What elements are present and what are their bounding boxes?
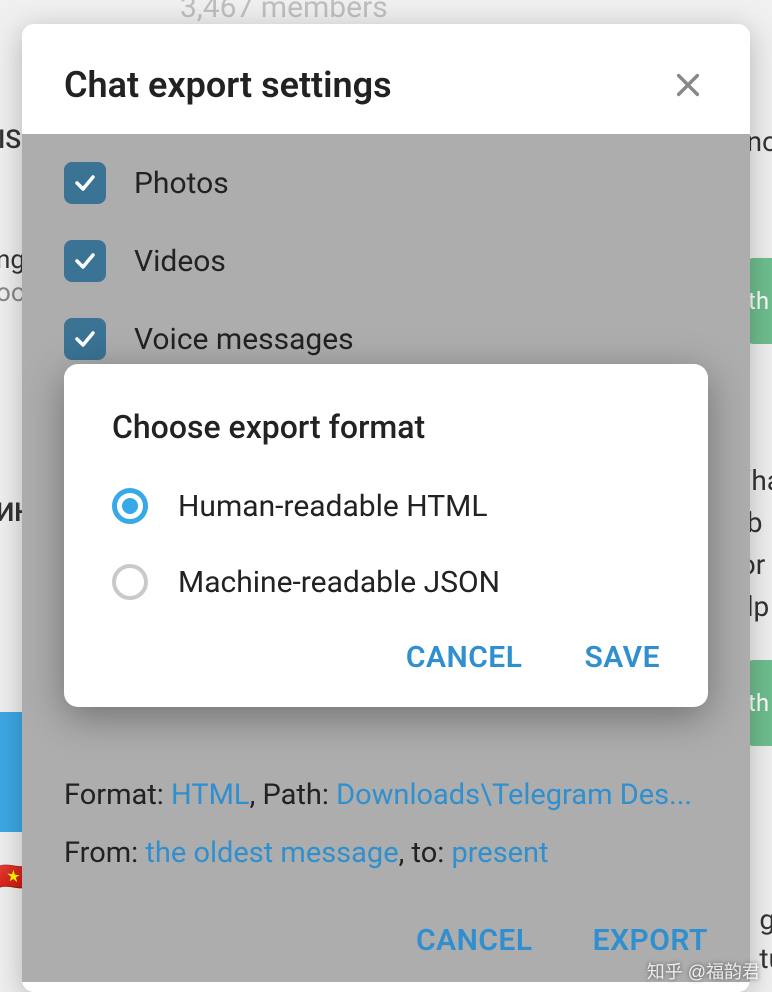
checkbox-photos[interactable]	[64, 162, 106, 204]
path-label: , Path:	[250, 778, 329, 812]
check-icon	[73, 249, 97, 273]
checkbox-label: Photos	[134, 166, 229, 201]
checkbox-photos-row[interactable]: Photos	[64, 162, 708, 204]
check-icon	[73, 327, 97, 351]
format-link[interactable]: HTML	[171, 778, 250, 812]
radio-label: Machine-readable JSON	[178, 565, 500, 600]
format-dialog-actions: CANCEL SAVE	[112, 640, 660, 675]
save-button[interactable]: SAVE	[584, 640, 660, 675]
bg-text: no	[747, 125, 772, 158]
dialog-title: Chat export settings	[64, 64, 392, 106]
bg-text: IS	[0, 125, 21, 155]
bg-text: g,tu	[759, 900, 772, 978]
to-label: , to:	[399, 836, 445, 870]
cancel-button[interactable]: CANCEL	[406, 640, 523, 675]
radio-label: Human-readable HTML	[178, 489, 488, 524]
dialog-header: Chat export settings	[22, 24, 750, 134]
checkbox-voice[interactable]	[64, 318, 106, 360]
format-label: Format:	[64, 778, 164, 812]
radio-html-row[interactable]: Human-readable HTML	[112, 488, 660, 524]
checkbox-voice-row[interactable]: Voice messages	[64, 318, 708, 360]
format-dialog-title: Choose export format	[112, 408, 660, 446]
from-label: From:	[64, 836, 138, 870]
check-icon	[73, 171, 97, 195]
path-link[interactable]: Downloads\Telegram Des...	[336, 778, 692, 812]
checkbox-videos[interactable]	[64, 240, 106, 282]
from-link[interactable]: the oldest message	[145, 836, 398, 870]
export-info: Format: HTML, Path: Downloads\Telegram D…	[64, 766, 708, 882]
export-settings-dialog: Chat export settings Photos Videos Voice…	[22, 24, 750, 992]
radio-json-row[interactable]: Machine-readable JSON	[112, 564, 660, 600]
cancel-button[interactable]: CANCEL	[416, 923, 533, 958]
radio-html[interactable]	[112, 488, 148, 524]
radio-json[interactable]	[112, 564, 148, 600]
members-count: 3,467 members	[180, 0, 388, 25]
export-button[interactable]: EXPORT	[593, 923, 708, 958]
format-dialog: Choose export format Human-readable HTML…	[64, 364, 708, 707]
dialog-body: Photos Videos Voice messages Choose expo…	[22, 134, 750, 982]
watermark: 知乎 @福韵君	[647, 958, 760, 984]
checkbox-label: Voice messages	[134, 322, 354, 357]
checkbox-label: Videos	[134, 244, 226, 279]
dialog-actions: CANCEL EXPORT	[416, 923, 708, 958]
close-button[interactable]	[668, 65, 708, 105]
close-icon	[674, 71, 702, 99]
to-link[interactable]: present	[451, 836, 548, 870]
checkbox-videos-row[interactable]: Videos	[64, 240, 708, 282]
